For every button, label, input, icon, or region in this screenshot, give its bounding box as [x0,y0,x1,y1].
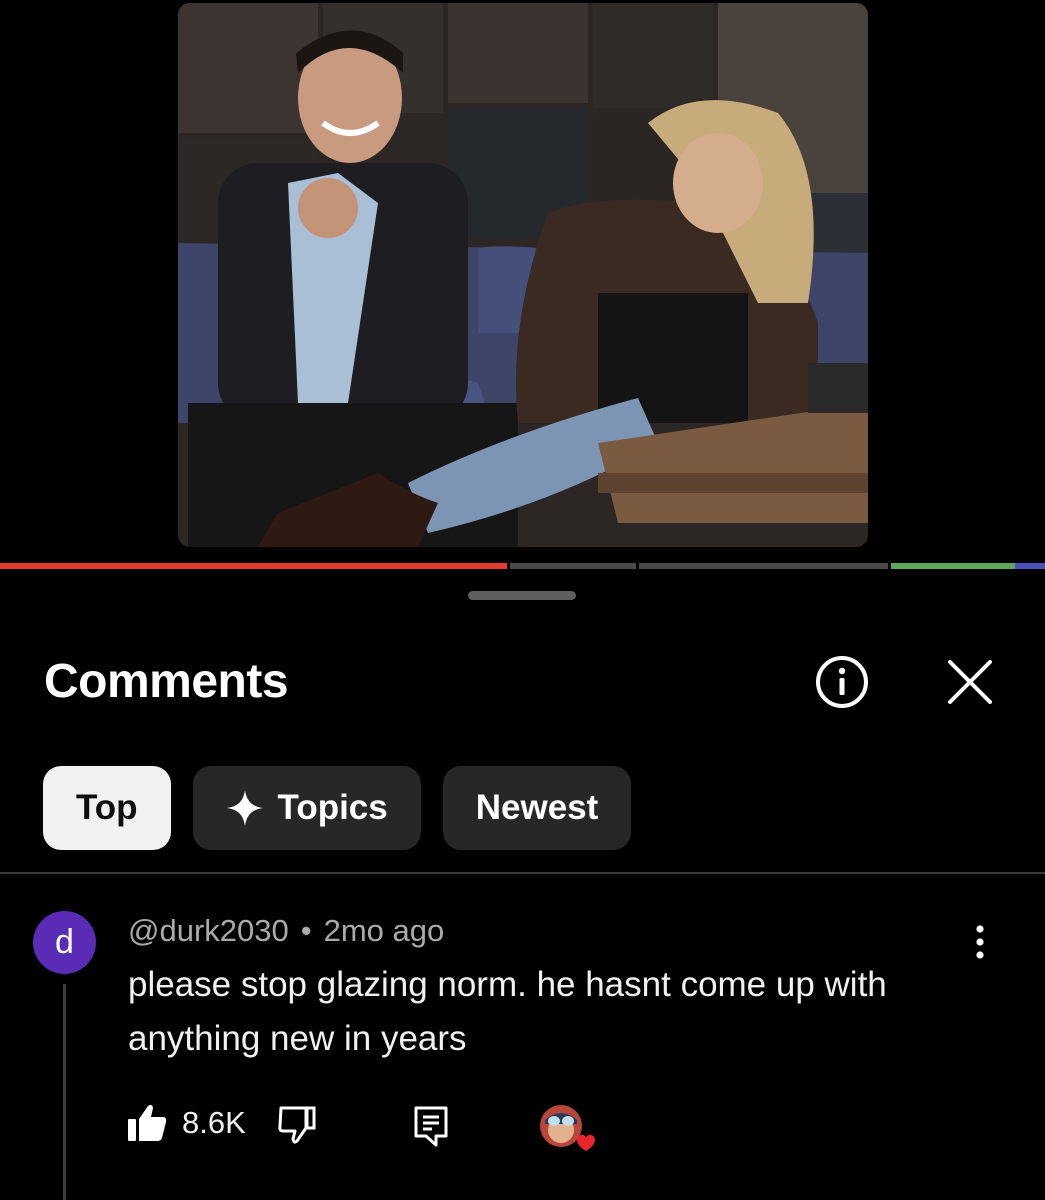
avatar-letter: d [55,923,74,961]
video-progress-bar[interactable] [0,563,1045,569]
comments-title: Comments [44,655,289,708]
sparkle-icon [226,789,264,827]
dislike-button[interactable] [276,1104,318,1151]
meta-separator: • [300,913,312,948]
chapter-segment-blue [1015,563,1045,569]
comment-author[interactable]: @durk2030 [128,913,289,948]
chapter-divider [507,563,510,569]
like-count: 8.6K [182,1105,246,1140]
avatar[interactable]: d [33,911,96,974]
chapter-divider [636,563,639,569]
chip-newest[interactable]: Newest [442,766,632,850]
comment-meta: @durk2030 • 2mo ago [128,911,444,951]
like-button[interactable]: 8.6K [126,1102,246,1144]
reply-icon [414,1106,448,1147]
video-player[interactable] [0,0,1045,563]
more-vert-icon [976,925,984,959]
reply-button[interactable] [412,1104,450,1153]
thumbs-up-icon [128,1104,167,1141]
chip-label: Topics [277,788,388,827]
comment-text: please stop glazing norm. he hasnt come … [128,965,887,1058]
close-icon [948,660,992,704]
video-frame[interactable] [178,3,868,547]
chip-top[interactable]: Top [43,766,171,850]
info-circle-icon [816,656,868,708]
progress-played [0,563,507,569]
chip-topics[interactable]: Topics [192,766,421,850]
sheet-drag-handle[interactable] [468,591,576,600]
info-button[interactable] [812,652,872,712]
thumbs-down-icon [278,1106,316,1144]
creator-heart-icon [539,1104,597,1154]
thread-line [63,984,66,1200]
comments-screen: Comments Top Topics Newest d @durk2030 •… [0,0,1045,1200]
header-divider [0,872,1045,874]
chip-label: Top [76,788,138,827]
comment-time: 2mo ago [323,913,445,948]
video-scene-image [178,3,868,547]
sort-chips: Top Topics Newest [43,766,632,850]
close-button[interactable] [940,652,1000,712]
chapter-segment-green [891,563,1015,569]
chip-label: Newest [475,788,599,827]
